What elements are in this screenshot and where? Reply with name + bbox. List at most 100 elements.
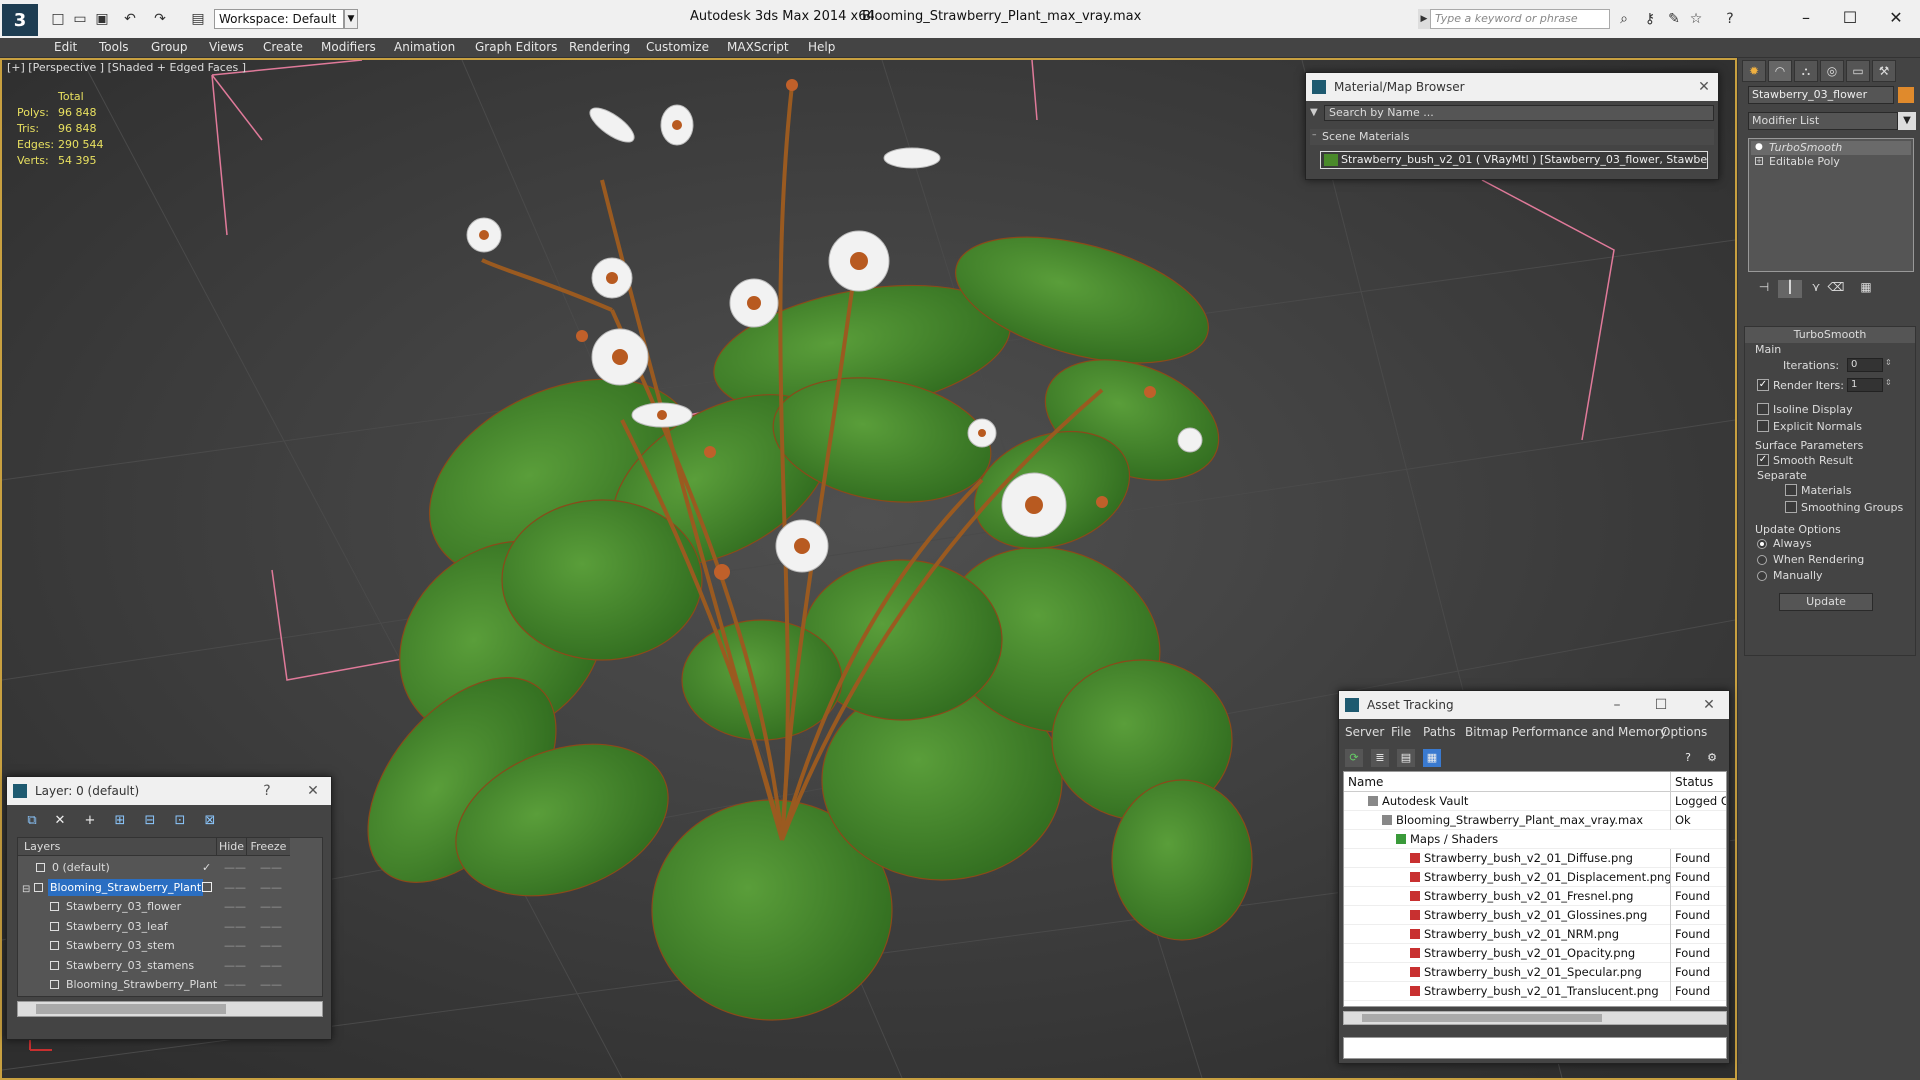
col-layers-header[interactable]: Layers — [18, 838, 216, 856]
pin-stack-icon[interactable]: ⊣ — [1752, 280, 1776, 298]
hide-toggle[interactable]: —— — [224, 975, 246, 994]
search-input[interactable]: Search by Name ... — [1324, 105, 1714, 121]
help-icon[interactable]: ? — [1679, 749, 1697, 767]
layer-row[interactable]: ⊟ Blooming_Strawberry_Plant —— —— — [18, 878, 322, 897]
always-radio[interactable] — [1757, 539, 1767, 549]
menu-customize[interactable]: Customize — [646, 40, 709, 54]
manually-radio[interactable] — [1757, 571, 1767, 581]
lightbulb-icon[interactable]: ● — [1755, 142, 1765, 152]
asset-row[interactable]: Strawberry_bush_v2_01_NRM.png Found — [1344, 925, 1726, 944]
minimize-icon[interactable]: – — [1786, 6, 1826, 30]
freeze-toggle[interactable]: —— — [260, 975, 282, 994]
asset-row[interactable]: Strawberry_bush_v2_01_Translucent.png Fou… — [1344, 982, 1726, 1001]
asset-row[interactable]: Blooming_Strawberry_Plant_max_vray.max Ok — [1344, 811, 1726, 830]
iterations-spinner[interactable]: 0 — [1847, 358, 1883, 372]
asset-row[interactable]: Autodesk Vault Logged O — [1344, 792, 1726, 811]
col-hide-header[interactable]: Hide — [216, 838, 246, 856]
layer-name[interactable]: Blooming_Strawberry_Plant — [64, 976, 219, 993]
open-file-icon[interactable]: ▭ — [70, 8, 90, 30]
close-icon[interactable]: ✕ — [1876, 6, 1916, 30]
hide-toggle[interactable]: —— — [224, 897, 246, 916]
save-file-icon[interactable]: ▣ — [92, 8, 112, 30]
freeze-toggle[interactable]: —— — [260, 917, 282, 936]
modify-tab-icon[interactable]: ◠ — [1768, 60, 1792, 82]
communication-icon[interactable]: ✎ — [1664, 9, 1684, 29]
freeze-toggle[interactable]: —— — [260, 858, 282, 877]
menu-modifiers[interactable]: Modifiers — [321, 40, 376, 54]
material-item[interactable]: Strawberry_bush_v2_01 ( VRayMtl ) [Stawb… — [1320, 151, 1708, 169]
layer-name[interactable]: Stawberry_03_leaf — [64, 918, 170, 935]
menu-file[interactable]: File — [1391, 725, 1411, 739]
search-expand-icon[interactable]: ▶ — [1418, 9, 1430, 29]
col-name-header[interactable]: Name — [1344, 772, 1670, 792]
menu-views[interactable]: Views — [209, 40, 244, 54]
options-chevron-icon[interactable]: ▼ — [1310, 107, 1318, 118]
layer-row[interactable]: Stawberry_03_leaf —— —— — [18, 917, 322, 936]
binoculars-icon[interactable]: ⌕ — [1614, 9, 1634, 29]
menu-maxscript[interactable]: MAXScript — [727, 40, 789, 54]
materials-checkbox[interactable] — [1785, 484, 1797, 496]
thumbnail-view-icon[interactable]: ▤ — [1397, 749, 1415, 767]
minimize-icon[interactable]: – — [1607, 695, 1627, 715]
menu-group[interactable]: Group — [151, 40, 188, 54]
hide-toggle[interactable]: —— — [224, 858, 246, 877]
layer-row[interactable]: Blooming_Strawberry_Plant —— —— — [18, 975, 322, 994]
update-button[interactable]: Update — [1779, 593, 1873, 611]
table-view-icon[interactable]: ▦ — [1423, 749, 1441, 767]
render-iters-checkbox[interactable]: ✓ — [1757, 379, 1769, 391]
dialog-title-bar[interactable]: Material/Map Browser — [1306, 73, 1718, 101]
asset-row[interactable]: Strawberry_bush_v2_01_Glossines.png Found — [1344, 906, 1726, 925]
chevron-down-icon[interactable]: ▼ — [1898, 112, 1916, 130]
menu-help[interactable]: Help — [808, 40, 835, 54]
menu-graph-editors[interactable]: Graph Editors — [475, 40, 557, 54]
menu-options[interactable]: Options — [1661, 725, 1707, 739]
maximize-icon[interactable]: ☐ — [1651, 695, 1671, 715]
freeze-toggle[interactable]: —— — [260, 936, 282, 955]
freeze-toggle[interactable]: —— — [260, 878, 282, 897]
highlight-layer-icon[interactable]: ⊟ — [139, 811, 161, 831]
workspace-dropdown[interactable]: Workspace: Default — [214, 9, 344, 29]
layer-row[interactable]: 0 (default) ✓ —— —— — [18, 858, 322, 877]
layer-row[interactable]: Stawberry_03_stem —— —— — [18, 936, 322, 955]
smoothing-groups-checkbox[interactable] — [1785, 501, 1797, 513]
layer-name[interactable]: Stawberry_03_flower — [64, 898, 183, 915]
collapse-icon[interactable]: ⊟ — [22, 880, 30, 899]
asset-row[interactable]: Strawberry_bush_v2_01_Opacity.png Found — [1344, 944, 1726, 963]
menu-edit[interactable]: Edit — [54, 40, 77, 54]
key-icon[interactable]: ⚷ — [1640, 9, 1660, 29]
asset-row[interactable]: Strawberry_bush_v2_01_Displacement.png Fo… — [1344, 868, 1726, 887]
favorites-star-icon[interactable]: ☆ — [1686, 9, 1706, 29]
search-input[interactable]: Type a keyword or phrase — [1430, 9, 1610, 29]
settings-icon[interactable]: ⚙ — [1703, 749, 1721, 767]
maximize-icon[interactable]: ☐ — [1830, 6, 1870, 30]
layer-row[interactable]: Stawberry_03_stamens —— —— — [18, 956, 322, 975]
set-active-layer-icon[interactable] — [202, 881, 212, 892]
explicit-normals-checkbox[interactable] — [1757, 420, 1769, 432]
hide-toggle[interactable]: —— — [224, 917, 246, 936]
asset-row[interactable]: Maps / Shaders — [1344, 830, 1726, 849]
freeze-toggle[interactable]: —— — [260, 956, 282, 975]
path-field[interactable] — [1343, 1037, 1727, 1059]
configure-sets-icon[interactable]: ▦ — [1854, 280, 1878, 298]
col-status-header[interactable]: Status — [1670, 772, 1726, 792]
add-selection-icon[interactable]: + — [79, 811, 101, 831]
motion-tab-icon[interactable]: ◎ — [1820, 60, 1844, 82]
redo-icon[interactable]: ↷ — [150, 8, 170, 30]
remove-modifier-icon[interactable]: ⌫ — [1824, 280, 1848, 298]
menu-create[interactable]: Create — [263, 40, 303, 54]
utilities-tab-icon[interactable]: ⚒ — [1872, 60, 1896, 82]
scene-materials-group[interactable]: Scene Materials — [1310, 129, 1714, 145]
expand-plus-icon[interactable]: + — [1755, 157, 1763, 165]
modifier-list-dropdown[interactable]: Modifier List — [1748, 112, 1898, 130]
hide-toggle[interactable]: —— — [224, 956, 246, 975]
chevron-down-icon[interactable]: ▼ — [344, 9, 358, 29]
horizontal-scrollbar[interactable] — [1343, 1011, 1727, 1025]
refresh-icon[interactable]: ⟳ — [1345, 749, 1363, 767]
project-folder-icon[interactable]: ▤ — [188, 8, 208, 30]
layer-name[interactable]: Stawberry_03_stem — [64, 937, 177, 954]
close-icon[interactable]: ✕ — [303, 781, 323, 801]
collapse-icon[interactable]: – — [1312, 130, 1317, 140]
app-logo-icon[interactable]: 3 — [2, 4, 38, 36]
spinner-arrows-icon[interactable]: ⇕ — [1885, 358, 1892, 367]
new-file-icon[interactable]: □ — [48, 8, 68, 30]
